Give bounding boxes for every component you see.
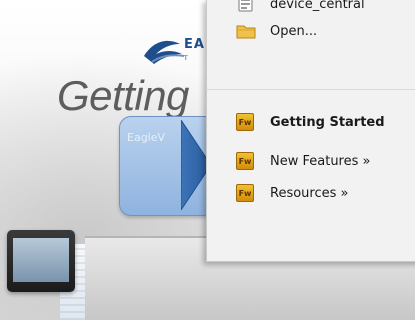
video-callout-label: EagleV [127, 131, 166, 144]
resources-label: Resources » [270, 185, 349, 201]
slide-title: Getting [57, 72, 189, 119]
phone-screen-image [13, 238, 69, 282]
screenshot-stage: EA T Getting EagleV device_central Open.… [0, 0, 415, 320]
folder-icon [236, 22, 256, 40]
fireworks-app-icon: Fw [236, 184, 256, 202]
document-icon [236, 0, 256, 13]
fireworks-app-icon: Fw [236, 152, 256, 170]
recent-file-label: device_central [270, 0, 365, 12]
getting-started-label: Getting Started [270, 114, 385, 130]
menu-divider [206, 89, 415, 90]
open-label: Open... [270, 23, 318, 39]
menu-item-new-features[interactable]: Fw New Features » [236, 150, 370, 172]
new-features-label: New Features » [270, 153, 371, 169]
logo-subtext: T [184, 55, 191, 62]
logo-text: EA [184, 37, 205, 52]
menu-item-recent-file[interactable]: device_central [236, 0, 365, 15]
menu-item-resources[interactable]: Fw Resources » [236, 182, 348, 204]
menu-item-open[interactable]: Open... [236, 20, 317, 42]
fireworks-app-icon: Fw [236, 113, 256, 131]
phone-device-image [7, 230, 75, 292]
menu-item-getting-started[interactable]: Fw Getting Started [236, 111, 385, 133]
